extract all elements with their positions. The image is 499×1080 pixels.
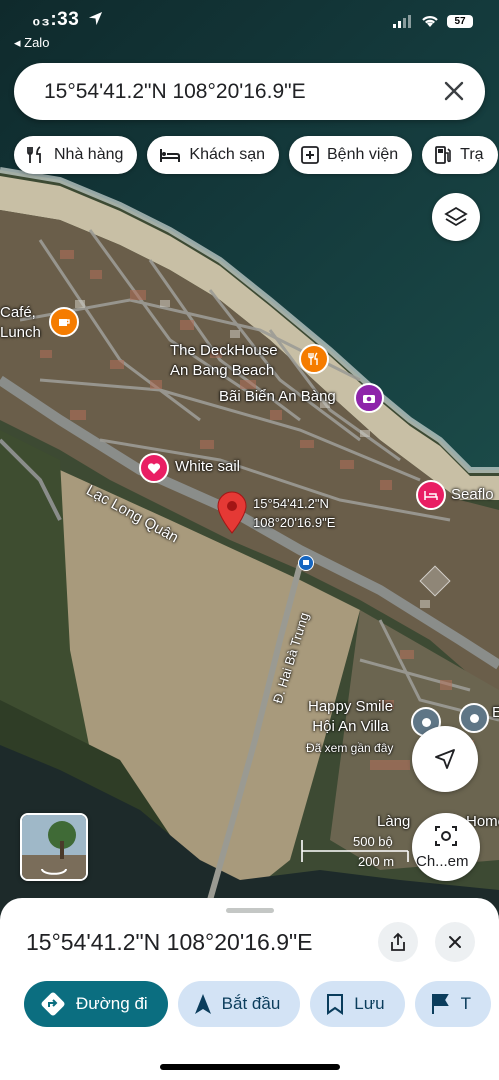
place-label-cafe[interactable]: Café, Lunch: [0, 303, 41, 343]
hospital-icon: [301, 146, 319, 164]
chip-restaurants[interactable]: Nhà hàng: [14, 136, 138, 174]
chip-gas-stations[interactable]: Trạ: [422, 136, 498, 174]
chip-hospitals[interactable]: Bệnh viện: [289, 136, 413, 174]
gas-station-icon: [435, 146, 451, 164]
flag-icon: [431, 994, 449, 1014]
directions-icon: [41, 992, 65, 1016]
street-view-image: [22, 815, 86, 879]
place-title: 15°54'41.2"N 108°20'16.9"E: [26, 929, 313, 955]
share-button[interactable]: [378, 922, 418, 962]
label-button[interactable]: T: [414, 981, 491, 1027]
home-indicator[interactable]: [160, 1064, 340, 1070]
bus-stop-marker[interactable]: [298, 555, 314, 571]
place-label-white-sail[interactable]: White sail: [175, 457, 240, 477]
drag-handle[interactable]: [226, 908, 274, 913]
battery-icon: 57: [447, 14, 473, 28]
place-label-bai-bien-an-bang[interactable]: Bãi Biển An Bàng: [219, 387, 336, 407]
place-label-deckhouse[interactable]: The DeckHouse An Bang Beach: [170, 341, 278, 381]
start-button[interactable]: Bắt đầu: [177, 981, 301, 1027]
status-icons: 57: [393, 14, 473, 28]
status-bar: ₀₃:33 ◂ Zalo 57: [0, 0, 499, 56]
directions-button[interactable]: Đường đi: [24, 981, 168, 1027]
layers-icon: [444, 206, 468, 227]
scale-top-label: 500 bộ: [353, 834, 393, 849]
place-sheet: 15°54'41.2"N 108°20'16.9"E Đường đi Bắt …: [0, 898, 499, 1080]
search-input[interactable]: 15°54'41.2"N 108°20'16.9"E: [44, 80, 306, 104]
restaurant-marker[interactable]: [299, 344, 329, 374]
wifi-icon: [422, 16, 438, 27]
bed-icon: [424, 491, 438, 500]
coffee-icon: [59, 319, 70, 326]
camera-search-icon: [435, 826, 457, 846]
pin-coordinate-label: 15°54'41.2"N 108°20'16.9"E: [253, 496, 336, 530]
back-to-app-link[interactable]: ◂ Zalo: [14, 35, 49, 51]
lens-button[interactable]: Ch...em: [412, 813, 480, 881]
close-icon[interactable]: [443, 80, 465, 102]
scale-bottom-label: 200 m: [358, 854, 395, 869]
dropped-pin-icon[interactable]: [216, 490, 248, 534]
location-marker[interactable]: [459, 703, 489, 733]
chip-label: Trạ: [460, 146, 484, 163]
share-icon: [391, 932, 405, 951]
bus-icon: [303, 560, 309, 565]
favorite-marker[interactable]: [139, 453, 169, 483]
close-sheet-button[interactable]: [435, 922, 475, 962]
category-chips: Nhà hàng Khách sạn Bệnh viện Trạ: [14, 136, 498, 174]
status-time: ₀₃:33: [32, 9, 80, 30]
place-label-happy-smile[interactable]: Happy Smile Hội An Villa: [308, 697, 393, 737]
bookmark-icon: [327, 994, 344, 1015]
close-icon: [449, 936, 461, 948]
cafe-marker[interactable]: [49, 307, 79, 337]
chip-label: Bệnh viện: [327, 146, 399, 163]
heart-icon: [147, 462, 161, 474]
directions-label: Đường đi: [76, 994, 148, 1013]
fork-knife-icon: [308, 352, 318, 365]
hotel-marker[interactable]: [416, 480, 446, 510]
fork-knife-icon: [27, 146, 41, 163]
search-bar[interactable]: 15°54'41.2"N 108°20'16.9"E: [14, 63, 485, 120]
lens-label: Ch...em: [416, 853, 469, 870]
action-buttons: Đường đi Bắt đầu Lưu T: [24, 981, 491, 1027]
camera-icon: [363, 395, 375, 403]
start-label: Bắt đầu: [221, 994, 281, 1013]
signal-icon: [393, 15, 411, 28]
save-button[interactable]: Lưu: [310, 981, 405, 1027]
bed-icon: [160, 149, 181, 162]
navigation-arrow-icon: [194, 994, 211, 1014]
place-label-e[interactable]: E: [492, 703, 499, 723]
chip-label: Nhà hàng: [54, 146, 124, 163]
navigation-arrow-icon: [435, 749, 455, 769]
recently-viewed-label: Đã xem gần đây: [306, 741, 394, 755]
label-button-label: T: [460, 994, 471, 1013]
layers-button[interactable]: [432, 193, 480, 241]
street-view-thumbnail[interactable]: [20, 813, 88, 881]
attraction-marker[interactable]: [354, 383, 384, 413]
place-label-seaflo[interactable]: Seaflo: [451, 485, 494, 505]
my-location-button[interactable]: [412, 726, 478, 792]
save-label: Lưu: [354, 994, 385, 1013]
place-label-lang[interactable]: Làng: [377, 812, 410, 832]
chip-hotels[interactable]: Khách sạn: [147, 136, 279, 174]
battery-level: 57: [454, 15, 466, 27]
chip-label: Khách sạn: [189, 146, 265, 163]
location-arrow-icon: [88, 11, 103, 26]
